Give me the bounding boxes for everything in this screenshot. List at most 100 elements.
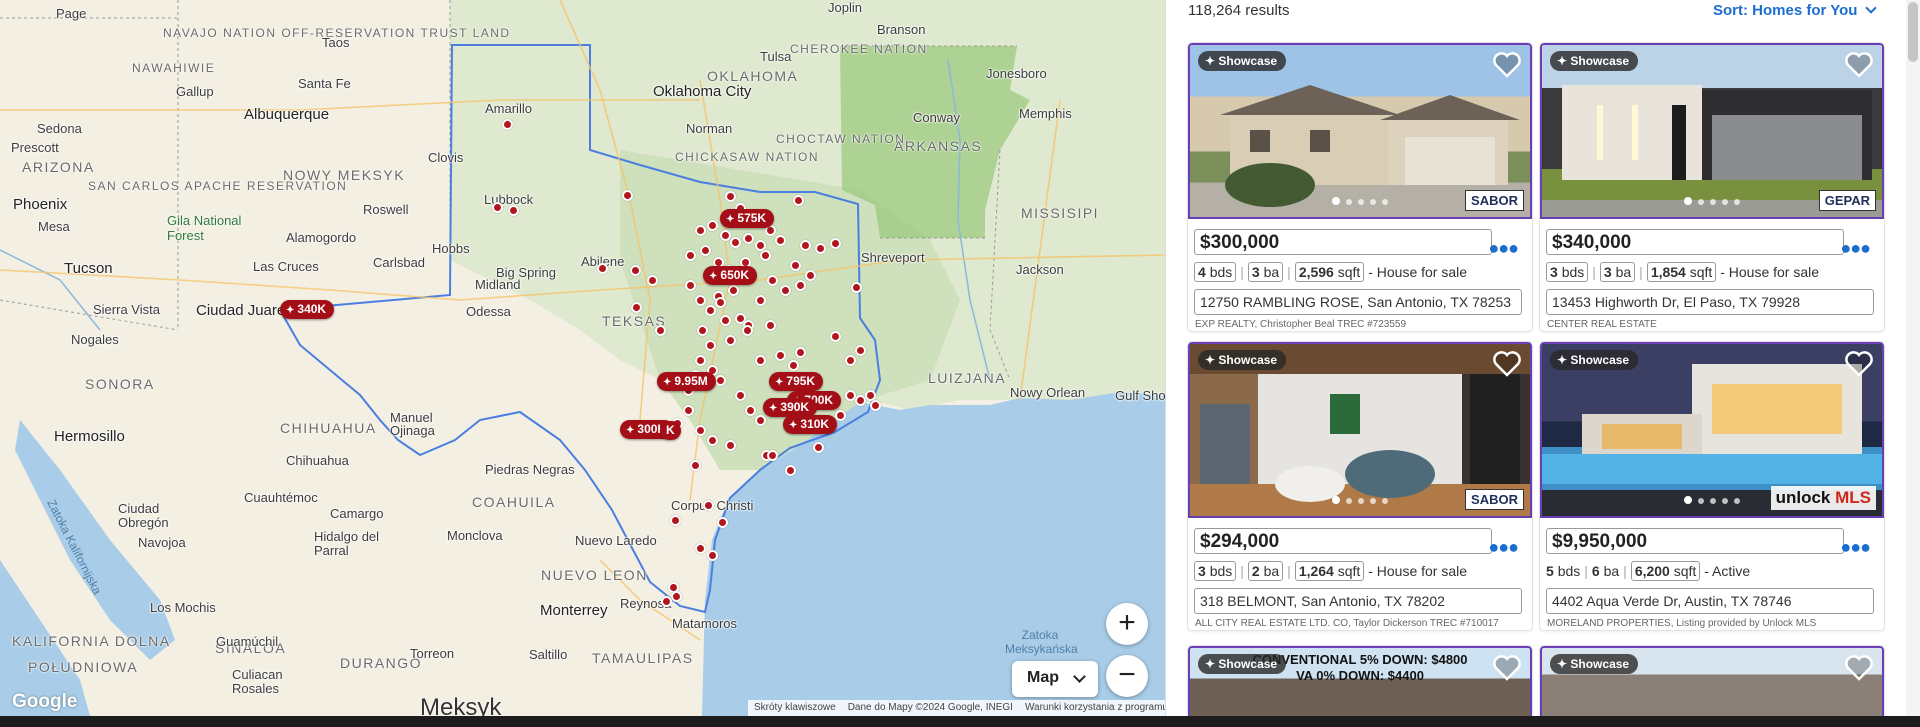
price-pin[interactable]: K [660,421,681,440]
heart-icon[interactable] [1844,51,1874,79]
listing-dot[interactable] [775,235,786,246]
listing-dot[interactable] [695,295,706,306]
price-pin[interactable]: ✦ 795K [769,372,824,391]
listing-dot[interactable] [705,305,716,316]
listing-dot[interactable] [707,435,718,446]
listing-dot[interactable] [793,195,804,206]
listing-dot[interactable] [695,543,706,554]
listing-dot[interactable] [800,240,811,251]
listing-dot[interactable] [870,400,881,411]
heart-icon[interactable] [1844,350,1874,378]
listing-address[interactable]: 4402 Aqua Verde Dr, Austin, TX 78746 [1546,588,1874,614]
terms-link[interactable]: Warunki korzystania z programu [1019,700,1165,716]
listing-dot[interactable] [855,345,866,356]
listing-dot[interactable] [690,460,701,471]
listing-dot[interactable] [717,517,728,528]
listing-dot[interactable] [725,440,736,451]
listing-dot[interactable] [720,230,731,241]
more-options-icon[interactable]: ●●● [1840,537,1871,558]
listing-address[interactable]: 12750 RAMBLING ROSE, San Antonio, TX 782… [1194,289,1522,315]
listing-dot[interactable] [743,233,754,244]
listing-dot[interactable] [630,265,641,276]
listing-dot[interactable] [742,325,753,336]
more-options-icon[interactable]: ●●● [1488,238,1519,259]
listing-dot[interactable] [805,270,816,281]
listing-dot[interactable] [685,280,696,291]
listing-dot[interactable] [788,360,799,371]
listing-dot[interactable] [760,250,771,261]
listing-dot[interactable] [755,355,766,366]
listing-dot[interactable] [700,245,711,256]
listing-address[interactable]: 318 BELMONT, San Antonio, TX 78202 [1194,588,1522,614]
zoom-in-button[interactable]: + [1106,603,1148,645]
listing-dot[interactable] [655,325,666,336]
listing-card[interactable]: ✦ Showcase GEPAR $340,000 ●●● 3 bds | 3 b… [1540,43,1884,331]
listing-dot[interactable] [830,331,841,342]
listing-dot[interactable] [695,425,706,436]
listing-photo[interactable]: CONVENTIONAL 5% DOWN: $4800 VA 0% DOWN: $… [1188,646,1532,716]
price-pin[interactable]: ✦ 310K [783,415,838,434]
listing-dot[interactable] [725,335,736,346]
map-type-selector[interactable]: Map [1012,661,1098,697]
keyboard-shortcuts-link[interactable]: Skróty klawiszowe [748,700,842,716]
results-panel[interactable]: 118,264 results Sort: Homes for You ✦ Sh… [1165,0,1920,716]
listing-dot[interactable] [790,260,801,271]
results-scrollbar[interactable] [1906,0,1920,716]
listing-dot[interactable] [780,285,791,296]
listing-dot[interactable] [830,238,841,249]
listing-dot[interactable] [728,285,739,296]
price-pin[interactable]: ✦ 9.95M [657,372,716,391]
listing-dot[interactable] [695,355,706,366]
listing-dot[interactable] [720,315,731,326]
listing-dot[interactable] [707,550,718,561]
listing-dot[interactable] [647,275,658,286]
listing-dot[interactable] [685,250,696,261]
listing-dot[interactable] [715,297,726,308]
listing-card[interactable]: CONVENTIONAL 5% DOWN: $4800 VA 0% DOWN: $… [1188,646,1532,716]
listing-price[interactable]: $300,000 [1194,229,1492,255]
listing-dot[interactable] [767,275,778,286]
listing-dot[interactable] [785,465,796,476]
heart-icon[interactable] [1492,654,1522,682]
listing-dot[interactable] [683,405,694,416]
listing-dot[interactable] [661,596,672,607]
heart-icon[interactable] [1492,51,1522,79]
listing-dot[interactable] [492,202,503,213]
listing-dot[interactable] [845,355,856,366]
listing-dot[interactable] [670,515,681,526]
heart-icon[interactable] [1492,350,1522,378]
listing-dot[interactable] [597,263,608,274]
listing-dot[interactable] [735,390,746,401]
listing-photo[interactable]: ✦ Showcase SABOR [1188,342,1532,518]
listing-card[interactable]: ✦ Showcase unlock MLS $9,950,000 ●●● 5 b… [1540,342,1884,630]
listing-dot[interactable] [725,191,736,202]
more-options-icon[interactable]: ●●● [1488,537,1519,558]
zoom-out-button[interactable]: − [1106,655,1148,697]
listing-dot[interactable] [795,280,806,291]
listing-card[interactable]: ✦ Showcase [1540,646,1884,716]
listing-dot[interactable] [502,119,513,130]
listing-dot[interactable] [707,220,718,231]
listing-dot[interactable] [835,410,846,421]
listing-dot[interactable] [715,375,726,386]
price-pin[interactable]: ✦ 650K [703,266,758,285]
listing-dot[interactable] [745,405,756,416]
listing-dot[interactable] [813,442,824,453]
listing-dot[interactable] [755,415,766,426]
listing-dot[interactable] [730,237,741,248]
listing-dot[interactable] [695,225,706,236]
scrollbar-thumb[interactable] [1908,2,1918,62]
listing-dot[interactable] [697,325,708,336]
listing-card[interactable]: ✦ Showcase SABOR $294,000 ●●● 3 bds | 2 b… [1188,342,1532,630]
listing-dot[interactable] [755,295,766,306]
sort-dropdown[interactable]: Sort: Homes for You [1713,2,1878,19]
listing-dot[interactable] [765,320,776,331]
listing-dot[interactable] [631,302,642,313]
listing-dot[interactable] [671,591,682,602]
map-panel[interactable]: NAVAJO NATION OFF-RESERVATION TRUST LAND… [0,0,1165,716]
listing-price[interactable]: $9,950,000 [1546,528,1844,554]
listing-photo[interactable]: ✦ Showcase GEPAR [1540,43,1884,219]
listing-dot[interactable] [705,340,716,351]
listing-dot[interactable] [815,243,826,254]
listing-dot[interactable] [767,450,778,461]
